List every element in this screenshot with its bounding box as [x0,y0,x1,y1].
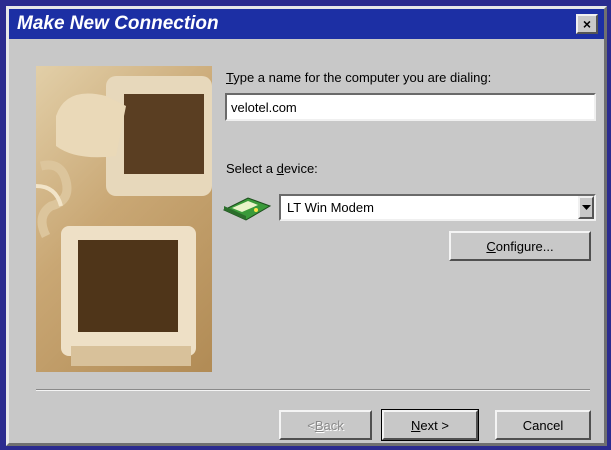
computer-name-input[interactable] [225,93,596,121]
name-label: Type a name for the computer you are dia… [226,70,492,85]
configure-button[interactable]: Configure... [449,231,591,261]
computer-illustration [36,66,212,372]
device-label: Select a device: [226,161,318,176]
device-value: LT Win Modem [287,200,374,215]
close-icon: × [582,16,592,32]
title-bar[interactable]: Make New Connection × [9,9,604,39]
device-select[interactable]: LT Win Modem [279,194,596,221]
chevron-down-icon[interactable] [578,196,594,219]
window-title: Make New Connection [17,13,219,34]
close-button[interactable]: × [576,14,598,34]
separator [36,389,590,391]
next-button[interactable]: Next > [381,409,479,441]
back-button[interactable]: < Back [279,410,372,440]
modem-icon [222,194,272,222]
cancel-button[interactable]: Cancel [495,410,591,440]
make-new-connection-window: Make New Connection × Type a name for th… [6,6,607,446]
